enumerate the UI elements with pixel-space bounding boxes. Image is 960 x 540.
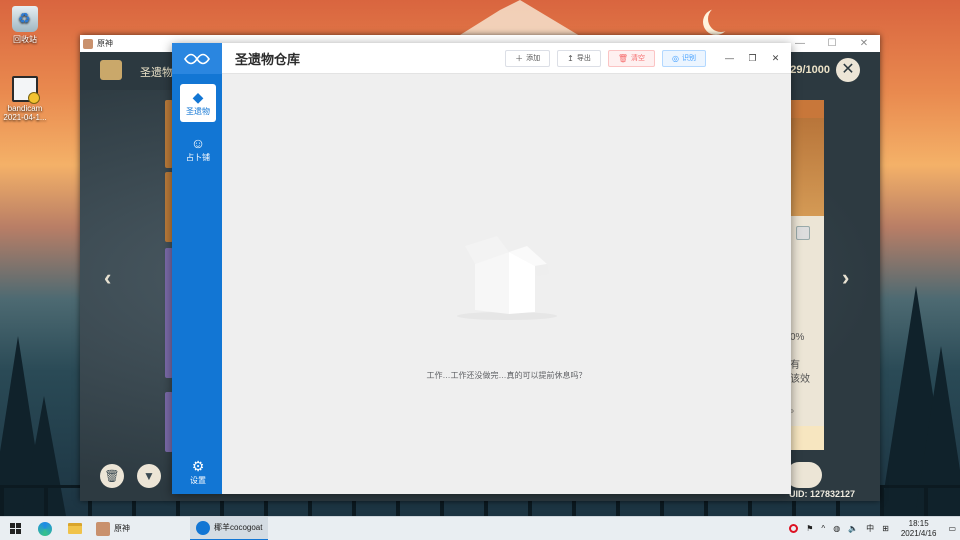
network-icon[interactable]: ◍ bbox=[833, 524, 840, 533]
detail-line: 。 bbox=[790, 404, 800, 415]
bandicam-sublabel: 2021-04-1... bbox=[3, 113, 47, 122]
scan-label: 识别 bbox=[682, 55, 696, 62]
prev-arrow-icon[interactable]: ‹ bbox=[104, 265, 111, 291]
cocogoat-window: ◆ 圣遗物 ☺ 占卜铺 ⚙ 设置 圣遗物仓库 ＋ 添加 ↥ 导出 🗑 清空 ◎ … bbox=[172, 43, 791, 494]
filter-icon[interactable]: ▼ bbox=[137, 464, 161, 488]
cocogoat-icon bbox=[196, 520, 210, 535]
artifact-icon: ◆ bbox=[192, 89, 204, 105]
gear-icon: ⚙ bbox=[191, 458, 205, 474]
moon-icon bbox=[708, 6, 734, 32]
main-panel: 圣遗物仓库 ＋ 添加 ↥ 导出 🗑 清空 ◎ 识别 — ❐ ✕ 工作…工作还没做… bbox=[222, 43, 791, 494]
nav-label: 圣遗物 bbox=[186, 107, 210, 116]
game-window-title: 原神 bbox=[97, 39, 113, 48]
edge-icon bbox=[38, 521, 52, 536]
bandicam-label: bandicam bbox=[7, 104, 43, 113]
flag-icon[interactable]: ⚑ bbox=[806, 524, 813, 533]
plus-icon: ＋ bbox=[515, 53, 524, 63]
add-button[interactable]: ＋ 添加 bbox=[505, 49, 551, 67]
minimize-icon[interactable]: — bbox=[718, 53, 741, 64]
topbar: 圣遗物仓库 ＋ 添加 ↥ 导出 🗑 清空 ◎ 识别 — ❐ ✕ bbox=[222, 43, 791, 74]
recycle-bin-shortcut[interactable]: 回收站 bbox=[0, 6, 50, 45]
uid-label: UID: 127832127 bbox=[788, 489, 855, 499]
task-cocogoat[interactable]: 椰羊cocogoat bbox=[190, 516, 269, 540]
clock-date: 2021/4/16 bbox=[900, 528, 937, 538]
keyboard-icon[interactable]: ⊞ bbox=[882, 524, 889, 533]
close-icon[interactable]: ✕ bbox=[848, 38, 880, 49]
nav-item-settings[interactable]: ⚙ 设置 bbox=[180, 453, 216, 491]
clear-label: 清空 bbox=[631, 55, 646, 62]
nav-item-artifacts[interactable]: ◆ 圣遗物 bbox=[180, 84, 216, 122]
lock-icon[interactable] bbox=[796, 226, 810, 240]
genshin-icon bbox=[83, 38, 93, 49]
cocogoat-logo-icon bbox=[172, 43, 222, 74]
edge-button[interactable] bbox=[30, 517, 60, 540]
inventory-count: 29/1000 bbox=[790, 64, 830, 76]
confirm-button[interactable] bbox=[786, 462, 822, 488]
nav-label: 占卜铺 bbox=[186, 153, 210, 162]
nav-item-fortune[interactable]: ☺ 占卜铺 bbox=[180, 130, 216, 168]
empty-box-icon bbox=[457, 236, 557, 320]
next-arrow-icon[interactable]: › bbox=[842, 265, 849, 291]
detail-line: 该效 bbox=[790, 374, 810, 385]
artifact-banner bbox=[790, 118, 824, 216]
notification-icon[interactable]: ▭ bbox=[948, 524, 956, 533]
clear-button[interactable]: 🗑 清空 bbox=[607, 49, 656, 67]
trash-icon[interactable]: 🗑 bbox=[100, 464, 124, 488]
page-title: 圣遗物仓库 bbox=[235, 51, 301, 67]
export-icon: ↥ bbox=[567, 53, 574, 63]
ime-indicator[interactable]: 中 bbox=[866, 523, 874, 534]
taskbar: 原神 椰羊cocogoat ⚑ ^ ◍ 🔈 中 ⊞ 18:15 2021/4/1… bbox=[0, 516, 960, 540]
recycle-bin-icon bbox=[12, 6, 38, 32]
task-label: 原神 bbox=[114, 524, 130, 533]
chevron-up-icon[interactable]: ^ bbox=[821, 524, 825, 533]
delete-icon: 🗑 bbox=[617, 53, 629, 63]
bandicam-icon bbox=[12, 76, 40, 104]
task-genshin[interactable]: 原神 bbox=[90, 517, 136, 540]
sidebar: ◆ 圣遗物 ☺ 占卜铺 ⚙ 设置 bbox=[172, 43, 222, 494]
system-tray: ⚑ ^ ◍ 🔈 中 ⊞ 18:15 2021/4/16 ▭ bbox=[785, 517, 960, 540]
empty-message: 工作…工作还没做完…真的可以提前休息吗？ bbox=[426, 371, 587, 380]
bag-icon bbox=[100, 60, 122, 80]
scan-icon: ◎ bbox=[672, 53, 679, 63]
clock-time: 18:15 bbox=[908, 518, 929, 528]
empty-state: 工作…工作还没做完…真的可以提前休息吗？ bbox=[222, 74, 791, 494]
folder-icon bbox=[68, 523, 82, 534]
artifact-detail-panel: 0% 有 该效 。 bbox=[790, 100, 824, 450]
game-category-title: 圣遗物 bbox=[140, 67, 173, 79]
record-icon[interactable] bbox=[789, 524, 799, 533]
close-icon[interactable]: ✕ bbox=[764, 53, 787, 64]
detail-line: 有 bbox=[790, 360, 800, 371]
bandicam-shortcut[interactable]: bandicam 2021-04-1... bbox=[0, 76, 50, 122]
game-close-button[interactable]: ✕ bbox=[836, 58, 860, 82]
genshin-icon bbox=[96, 521, 110, 536]
clock[interactable]: 18:15 2021/4/16 bbox=[901, 519, 937, 539]
fortune-icon: ☺ bbox=[190, 135, 206, 151]
export-label: 导出 bbox=[576, 55, 591, 62]
windows-icon bbox=[9, 523, 21, 534]
detail-line: 0% bbox=[790, 332, 805, 343]
recycle-bin-label: 回收站 bbox=[13, 35, 37, 44]
restore-icon[interactable]: ❐ bbox=[741, 53, 764, 64]
scan-button[interactable]: ◎ 识别 bbox=[662, 49, 706, 67]
maximize-icon[interactable]: ☐ bbox=[816, 38, 848, 49]
nav-label: 设置 bbox=[190, 476, 206, 485]
export-button[interactable]: ↥ 导出 bbox=[557, 49, 601, 67]
task-label: 椰羊cocogoat bbox=[214, 523, 263, 532]
start-button[interactable] bbox=[0, 517, 30, 540]
volume-icon[interactable]: 🔈 bbox=[848, 524, 858, 533]
add-label: 添加 bbox=[526, 55, 541, 62]
explorer-button[interactable] bbox=[60, 517, 90, 540]
